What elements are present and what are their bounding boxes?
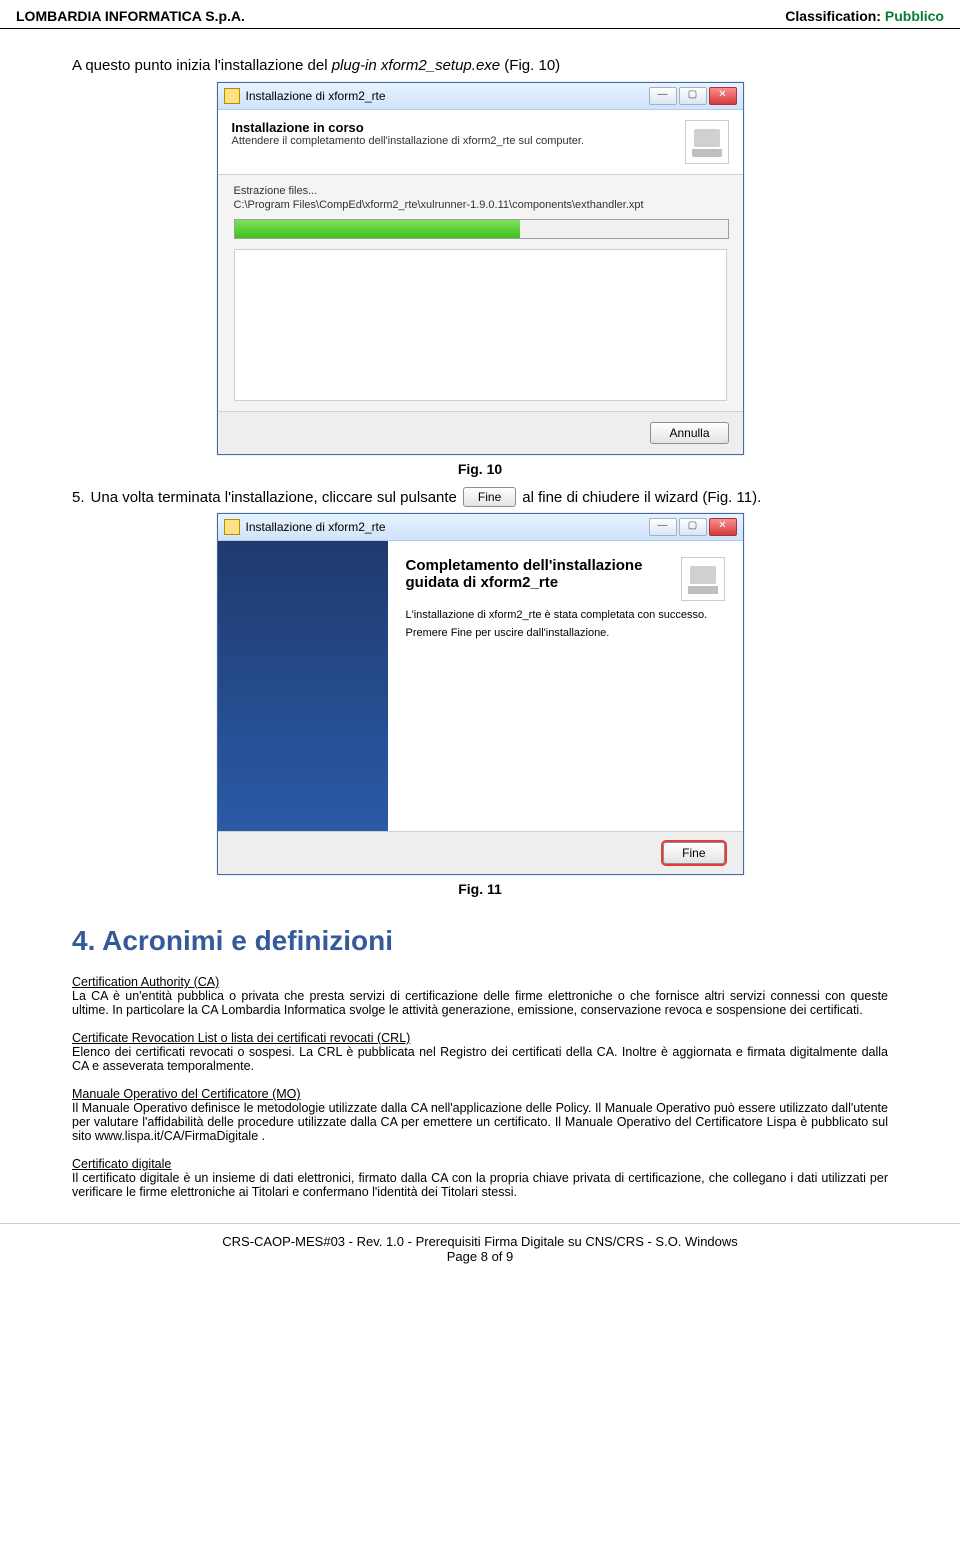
classification: Classification: Pubblico (785, 8, 944, 24)
wizard-line1: L'installazione di xform2_rte è stata co… (406, 609, 725, 621)
page-footer: CRS-CAOP-MES#03 - Rev. 1.0 - Prerequisit… (0, 1223, 960, 1288)
computer-icon (685, 120, 729, 164)
page-header: LOMBARDIA INFORMATICA S.p.A. Classificat… (0, 0, 960, 29)
computer-icon (681, 557, 725, 601)
window-controls: — ▢ ✕ (649, 518, 737, 536)
classification-label: Classification: (785, 8, 885, 24)
crl-body: Elenco dei certificati revocati o sospes… (72, 1045, 888, 1073)
extract-path: C:\Program Files\CompEd\xform2_rte\xulru… (234, 199, 727, 211)
progress-fill (235, 220, 521, 238)
ca-body: La CA è un'entità pubblica o privata che… (72, 989, 888, 1017)
intro-suffix: (Fig. 10) (500, 57, 560, 74)
details-box (234, 249, 727, 401)
fine-inline-button[interactable]: Fine (463, 487, 516, 507)
step5-before: Una volta terminata l'installazione, cli… (91, 489, 457, 506)
maximize-button[interactable]: ▢ (679, 518, 707, 536)
wizard-heading: Completamento dell'installazione guidata… (406, 557, 725, 591)
step5-num: 5. (72, 489, 85, 506)
cd-title: Certificato digitale (72, 1157, 171, 1171)
close-button[interactable]: ✕ (709, 518, 737, 536)
minimize-button[interactable]: — (649, 87, 677, 105)
intro-paragraph: A questo punto inizia l'installazione de… (72, 57, 912, 74)
fine-button[interactable]: Fine (663, 842, 724, 864)
fig10-caption: Fig. 10 (48, 461, 912, 477)
crl-title: Certificate Revocation List o lista dei … (72, 1031, 410, 1045)
wizard-side-banner (218, 541, 388, 831)
step5-line: 5. Una volta terminata l'installazione, … (72, 487, 912, 507)
fig11-caption: Fig. 11 (48, 881, 912, 897)
intro-prefix: A questo punto inizia l'installazione de… (72, 57, 332, 74)
content: A questo punto inizia l'installazione de… (0, 29, 960, 1199)
installer-footer-11: Fine (218, 831, 743, 874)
cd-body: Il certificato digitale è un insieme di … (72, 1171, 888, 1199)
window-title: Installazione di xform2_rte (246, 89, 386, 103)
close-button[interactable]: ✕ (709, 87, 737, 105)
header-left: LOMBARDIA INFORMATICA S.p.A. (16, 8, 245, 24)
ca-title: Certification Authority (CA) (72, 975, 219, 989)
wizard-main: Completamento dell'installazione guidata… (388, 541, 743, 831)
window-controls: — ▢ ✕ (649, 87, 737, 105)
maximize-button[interactable]: ▢ (679, 87, 707, 105)
definitions: Certification Authority (CA)La CA è un'e… (48, 975, 912, 1199)
cancel-button[interactable]: Annulla (650, 422, 728, 444)
wizard-body: Completamento dell'installazione guidata… (218, 541, 743, 831)
minimize-button[interactable]: — (649, 518, 677, 536)
classification-value: Pubblico (885, 8, 944, 24)
extract-label: Estrazione files... (234, 185, 727, 197)
progress-bar (234, 219, 729, 239)
titlebar[interactable]: Installazione di xform2_rte — ▢ ✕ (218, 83, 743, 110)
section-heading: 4. Acronimi e definizioni (72, 925, 912, 957)
installer-body: Estrazione files... C:\Program Files\Com… (218, 175, 743, 411)
installer-footer: Annulla (218, 411, 743, 454)
intro-italic: plug-in xform2_setup.exe (332, 57, 500, 74)
installer-icon (224, 519, 240, 535)
installer-fig11: Installazione di xform2_rte — ▢ ✕ Comple… (217, 513, 744, 875)
installer-icon (224, 88, 240, 104)
mo-body: Il Manuale Operativo definisce le metodo… (72, 1101, 888, 1143)
installer-header: Installazione in corso Attendere il comp… (218, 110, 743, 175)
wizard-line2: Premere Fine per uscire dall'installazio… (406, 627, 725, 639)
mo-title: Manuale Operativo del Certificatore (MO) (72, 1087, 301, 1101)
step5-after: al fine di chiudere il wizard (Fig. 11). (522, 489, 761, 506)
installer-fig10: Installazione di xform2_rte — ▢ ✕ Instal… (217, 82, 744, 455)
footer-line1: CRS-CAOP-MES#03 - Rev. 1.0 - Prerequisit… (24, 1234, 936, 1249)
installer-header-sub: Attendere il completamento dell'installa… (232, 135, 584, 147)
titlebar-11[interactable]: Installazione di xform2_rte — ▢ ✕ (218, 514, 743, 541)
footer-line2: Page 8 of 9 (24, 1249, 936, 1264)
installer-header-title: Installazione in corso (232, 120, 584, 135)
window-title-11: Installazione di xform2_rte (246, 520, 386, 534)
